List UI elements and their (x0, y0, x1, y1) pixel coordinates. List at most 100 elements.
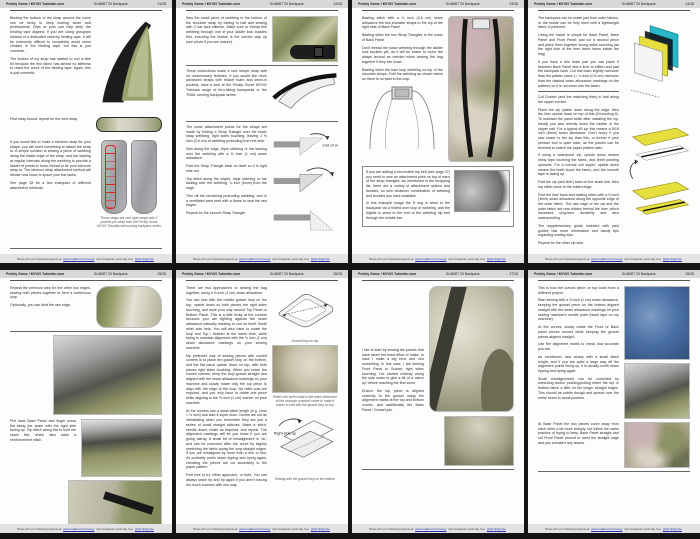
paragraph: Feel free to try either approach, or bot… (186, 473, 267, 487)
footer-link-instagram[interactable]: @pricklygorse (135, 257, 154, 261)
footer-text: Show off your finished projects at (17, 527, 61, 531)
bound-strap-graphic (96, 117, 162, 132)
page-thumbnail-26[interactable]: Prickly Gorse / MYOG Tutorials.com SUMMI… (176, 270, 348, 533)
photo-base-panel-sewing (624, 422, 690, 468)
diagram-column: Gusset loop on top Relief cuts were made… (272, 286, 338, 481)
header-title: SUMMIT 25 Backpack (270, 2, 304, 6)
page-footer: Show off your finished projects at www.r… (0, 524, 172, 533)
paragraph: Use the alignment marks to check how acc… (538, 342, 619, 351)
paragraph: Repeat the previous step for the other t… (10, 286, 91, 300)
page-footer: Show off your finished projects at www.r… (176, 524, 348, 533)
header-site: Prickly Gorse / MYOG Tutorials.com (6, 272, 64, 276)
footer-link-instagram[interactable]: @pricklygorse (663, 257, 682, 261)
footer-link-reddit[interactable]: www.reddit.com/r/myog (415, 257, 446, 261)
photo-strap-binding (96, 16, 162, 113)
paragraph: At the curves, slowly rotate the Front o… (538, 325, 619, 339)
footer-text: and instagram (and tag me) (272, 257, 309, 261)
header-rule (538, 10, 690, 11)
footer-link-instagram[interactable]: @pricklygorse (663, 527, 682, 531)
header-rule (186, 10, 338, 11)
footer-link-reddit[interactable]: www.reddit.com/r/myog (591, 257, 622, 261)
page-thumbnail-27[interactable]: Prickly Gorse / MYOG Tutorials.com SUMMI… (352, 270, 524, 533)
footer-link-reddit[interactable]: www.reddit.com/r/myog (591, 527, 622, 531)
page-thumbnail-22[interactable]: Prickly Gorse / MYOG Tutorials.com SUMMI… (176, 0, 348, 263)
page-body: Basting stitch with a ¼ inch (0.6 cm) se… (352, 14, 524, 254)
page-thumbnail-23[interactable]: Prickly Gorse / MYOG Tutorials.com SUMMI… (352, 0, 524, 263)
paragraph: The bottom of my strap has started to cu… (10, 57, 91, 76)
paragraph: These instructions make a nice simple st… (186, 69, 267, 97)
paragraph: My preferred way of sewing pieces with c… (186, 354, 267, 406)
header-page-number: 24/28 (686, 2, 695, 6)
page-body: Sew the small piece of webbing to the bo… (176, 14, 348, 254)
photo-zipper-seam (10, 480, 162, 524)
divider (10, 331, 162, 332)
page-thumbnail-28[interactable]: Prickly Gorse / MYOG Tutorials.com SUMMI… (528, 270, 700, 533)
page-thumbnail-21[interactable]: Prickly Gorse / MYOG Tutorials.com SUMMI… (0, 0, 172, 263)
header-site: Prickly Gorse / MYOG Tutorials.com (182, 272, 240, 276)
page-body: Repeat the previous step for the other t… (0, 284, 172, 524)
gusset-bottom-diagram: Right side up (272, 408, 338, 470)
photo-hand-machine (10, 335, 162, 415)
footer-link-reddit[interactable]: www.reddit.com/r/myog (63, 527, 94, 531)
diagram-caption: Sewing with the gusset loop on the botto… (272, 477, 338, 481)
footer-link-reddit[interactable]: www.reddit.com/r/myog (415, 527, 446, 531)
header-page-number: 21/28 (158, 2, 167, 6)
page-body: There are two approaches to sewing the b… (176, 284, 348, 524)
photo-bound-strap (96, 117, 162, 132)
haul-loop-diagram (362, 85, 442, 151)
paragraph: Basting stitch the two Strap Triangles t… (362, 33, 443, 42)
header-rule (10, 10, 162, 11)
footer-link-instagram[interactable]: @pricklygorse (311, 257, 330, 261)
header-rule (362, 280, 514, 281)
page-footer: Show off your finished projects at www.r… (0, 254, 172, 263)
footer-link-instagram[interactable]: @pricklygorse (487, 527, 506, 531)
machine-foot-graphic (81, 419, 162, 477)
page-thumbnail-25[interactable]: Prickly Gorse / MYOG Tutorials.com SUMMI… (0, 270, 172, 533)
header-site: Prickly Gorse / MYOG Tutorials.com (358, 272, 416, 276)
paragraph: There are two approaches to sewing the b… (186, 286, 267, 295)
header-title: SUMMIT 25 Backpack (94, 272, 128, 276)
page-thumbnail-24[interactable]: Prickly Gorse / MYOG Tutorials.com SUMMI… (528, 0, 700, 263)
strap-with-red-ladder (101, 140, 127, 214)
footer-link-reddit[interactable]: www.reddit.com/r/myog (239, 527, 270, 531)
footer-link-instagram[interactable]: @pricklygorse (135, 527, 154, 531)
page-header: Prickly Gorse / MYOG Tutorials.com SUMMI… (528, 0, 700, 8)
footer-link-reddit[interactable]: www.reddit.com/r/myog (239, 257, 270, 261)
paragraph: At the corners use a small stitch length… (186, 409, 267, 471)
text-column: Sew the small piece of webbing to the bo… (186, 16, 267, 47)
diagram-strap-triangles: end of webbing (272, 125, 338, 248)
paragraph: The supplementary guide included with pa… (538, 224, 619, 238)
photo-column (624, 286, 690, 419)
header-page-number: 28/28 (686, 272, 695, 276)
header-page-number: 27/28 (510, 272, 519, 276)
photo-dring-triglide (454, 170, 510, 223)
diagram-label: end of webbing (322, 143, 338, 148)
header-site: Prickly Gorse / MYOG Tutorials.com (182, 2, 240, 6)
divider (538, 471, 690, 472)
text-column: Basting stitch with a ¼ inch (0.6 cm) se… (362, 16, 443, 151)
text-column: The lower attachment points for the stra… (186, 125, 267, 219)
strap-triangle-diagram: end of webbing (272, 125, 338, 243)
back-panel-graphic (448, 16, 514, 162)
paragraph: Fold the liner back and basting stitch w… (538, 193, 619, 221)
paragraph: This is how the curved piece on top look… (538, 286, 619, 295)
page-header: Prickly Gorse / MYOG Tutorials.com SUMMI… (352, 0, 524, 8)
footer-text: and instagram (and tag me) (448, 527, 485, 531)
page-body: The backpack can be made just from outer… (528, 14, 700, 254)
paragraph: Fold the zip (and liner) back on the sea… (538, 180, 619, 189)
paragraph: Fold the Strap Triangle back on itself s… (186, 164, 267, 173)
paragraph: Small misalignments can be corrected by … (538, 377, 619, 401)
text-column: Repeat the previous step for the other t… (10, 286, 91, 311)
footer-link-instagram[interactable]: @pricklygorse (487, 257, 506, 261)
page-footer: Show off your finished projects at www.r… (528, 254, 700, 263)
footer-text: Show off your finished projects at (193, 257, 237, 261)
strap-photo-graphic (96, 16, 162, 108)
paragraph: Start sewing with a ⅜ inch (1 cm) seam a… (538, 298, 619, 322)
footer-link-reddit[interactable]: www.reddit.com/r/myog (63, 257, 94, 261)
footer-text: and instagram (and tag me) (96, 257, 133, 261)
footer-link-instagram[interactable]: @pricklygorse (311, 527, 330, 531)
photo-column (429, 286, 514, 466)
paragraph: Lining the inside is simple for Back Pan… (538, 33, 619, 57)
photo-inside-out-bag (429, 286, 514, 412)
paragraph: The backpack can be made just from outer… (538, 16, 619, 30)
